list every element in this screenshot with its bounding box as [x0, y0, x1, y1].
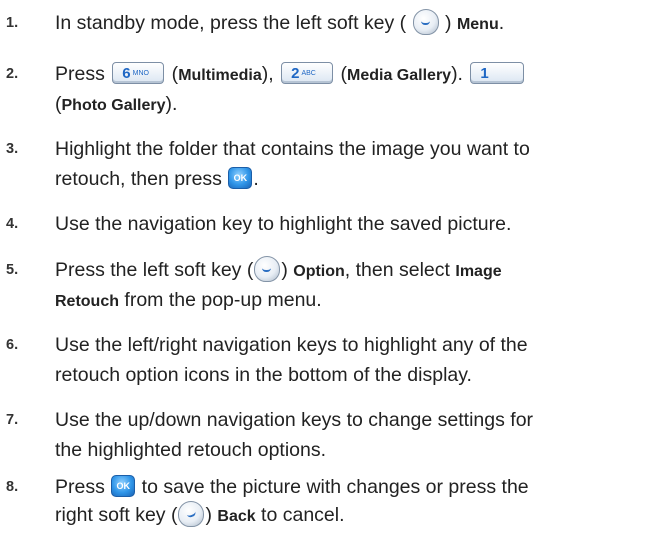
step-text: Press OK to save the picture with change…: [55, 472, 640, 502]
text-run: ).: [451, 63, 463, 85]
step-number: 4.: [6, 216, 19, 232]
option-label: Option: [293, 263, 345, 280]
text-run: .: [498, 12, 505, 34]
text-run: to save the picture with changes or pres…: [136, 476, 529, 498]
key-digit: 6: [122, 64, 131, 82]
step-number: 2.: [6, 66, 19, 82]
multimedia-label: Multimedia: [178, 67, 262, 84]
image-label: Image: [455, 263, 502, 280]
ok-key-icon: OK: [228, 166, 253, 189]
text-run: ).: [165, 93, 178, 115]
step-number: 1.: [6, 15, 19, 31]
step-number: 7.: [6, 412, 19, 428]
step-text-line-2: retouch, then press OK.: [55, 164, 640, 194]
step-text: In standby mode, press the left soft key…: [55, 8, 640, 40]
text-run: In standby mode, press the left soft key…: [55, 12, 412, 34]
retouch-label: Retouch: [55, 293, 119, 310]
ok-key-icon: OK: [111, 474, 136, 497]
key-digit: 2: [291, 64, 300, 82]
key-1-icon: 1: [470, 61, 525, 84]
step-text-line-2: (Photo Gallery).: [55, 89, 640, 121]
step-text: Use the navigation key to highlight the …: [55, 213, 512, 235]
text-run: from the pop-up menu.: [119, 289, 322, 311]
photo-gallery-label: Photo Gallery: [61, 97, 166, 114]
right-soft-key-icon: [178, 500, 205, 527]
text-run: Press: [55, 63, 111, 85]
text-run: (: [166, 63, 179, 85]
step-text: Use the left/right navigation keys to hi…: [55, 334, 528, 356]
text-run: ): [205, 504, 218, 526]
step-number: 6.: [6, 337, 19, 353]
key-letters: MNO: [132, 69, 149, 77]
text-run: right soft key (: [55, 504, 178, 526]
text-run: ): [439, 12, 457, 34]
step-text-line-2: the highlighted retouch options.: [55, 439, 327, 461]
step-number: 8.: [6, 479, 19, 495]
key-letters: ABC: [301, 69, 316, 77]
text-run: Press: [55, 476, 111, 498]
text-run: .: [253, 168, 259, 190]
left-soft-key-icon: [254, 255, 281, 282]
text-run: to cancel.: [255, 504, 345, 526]
text-run: (: [335, 63, 348, 85]
step-text-line-2: retouch option icons in the bottom of th…: [55, 364, 472, 386]
key-2-icon: 2 ABC: [281, 61, 334, 84]
step-text: Press 6 MNO (Multimedia), 2 ABC (Media Gal…: [55, 59, 640, 91]
step-text: Highlight the folder that contains the i…: [55, 138, 530, 160]
instruction-list: 1. In standby mode, press the left soft …: [0, 0, 645, 533]
step-number: 5.: [6, 262, 19, 278]
step-number: 3.: [6, 141, 19, 157]
menu-label: Menu: [456, 16, 499, 33]
text-run: retouch, then press: [55, 168, 228, 190]
step-text-line-2: Retouch from the pop-up menu.: [55, 285, 640, 317]
back-label: Back: [217, 508, 256, 525]
text-run: Press the left soft key (: [55, 259, 254, 281]
text-run: ),: [261, 63, 280, 85]
left-soft-key-icon: [412, 8, 439, 35]
key-digit: 1: [480, 64, 489, 82]
step-text-line-2: right soft key () Back to cancel.: [55, 500, 640, 532]
text-run: , then select: [344, 259, 456, 281]
step-text: Press the left soft key () Option, then …: [55, 255, 640, 287]
text-run: ): [281, 259, 294, 281]
key-6-icon: 6 MNO: [112, 61, 165, 84]
step-text: Use the up/down navigation keys to chang…: [55, 409, 534, 431]
media-gallery-label: Media Gallery: [347, 67, 452, 84]
